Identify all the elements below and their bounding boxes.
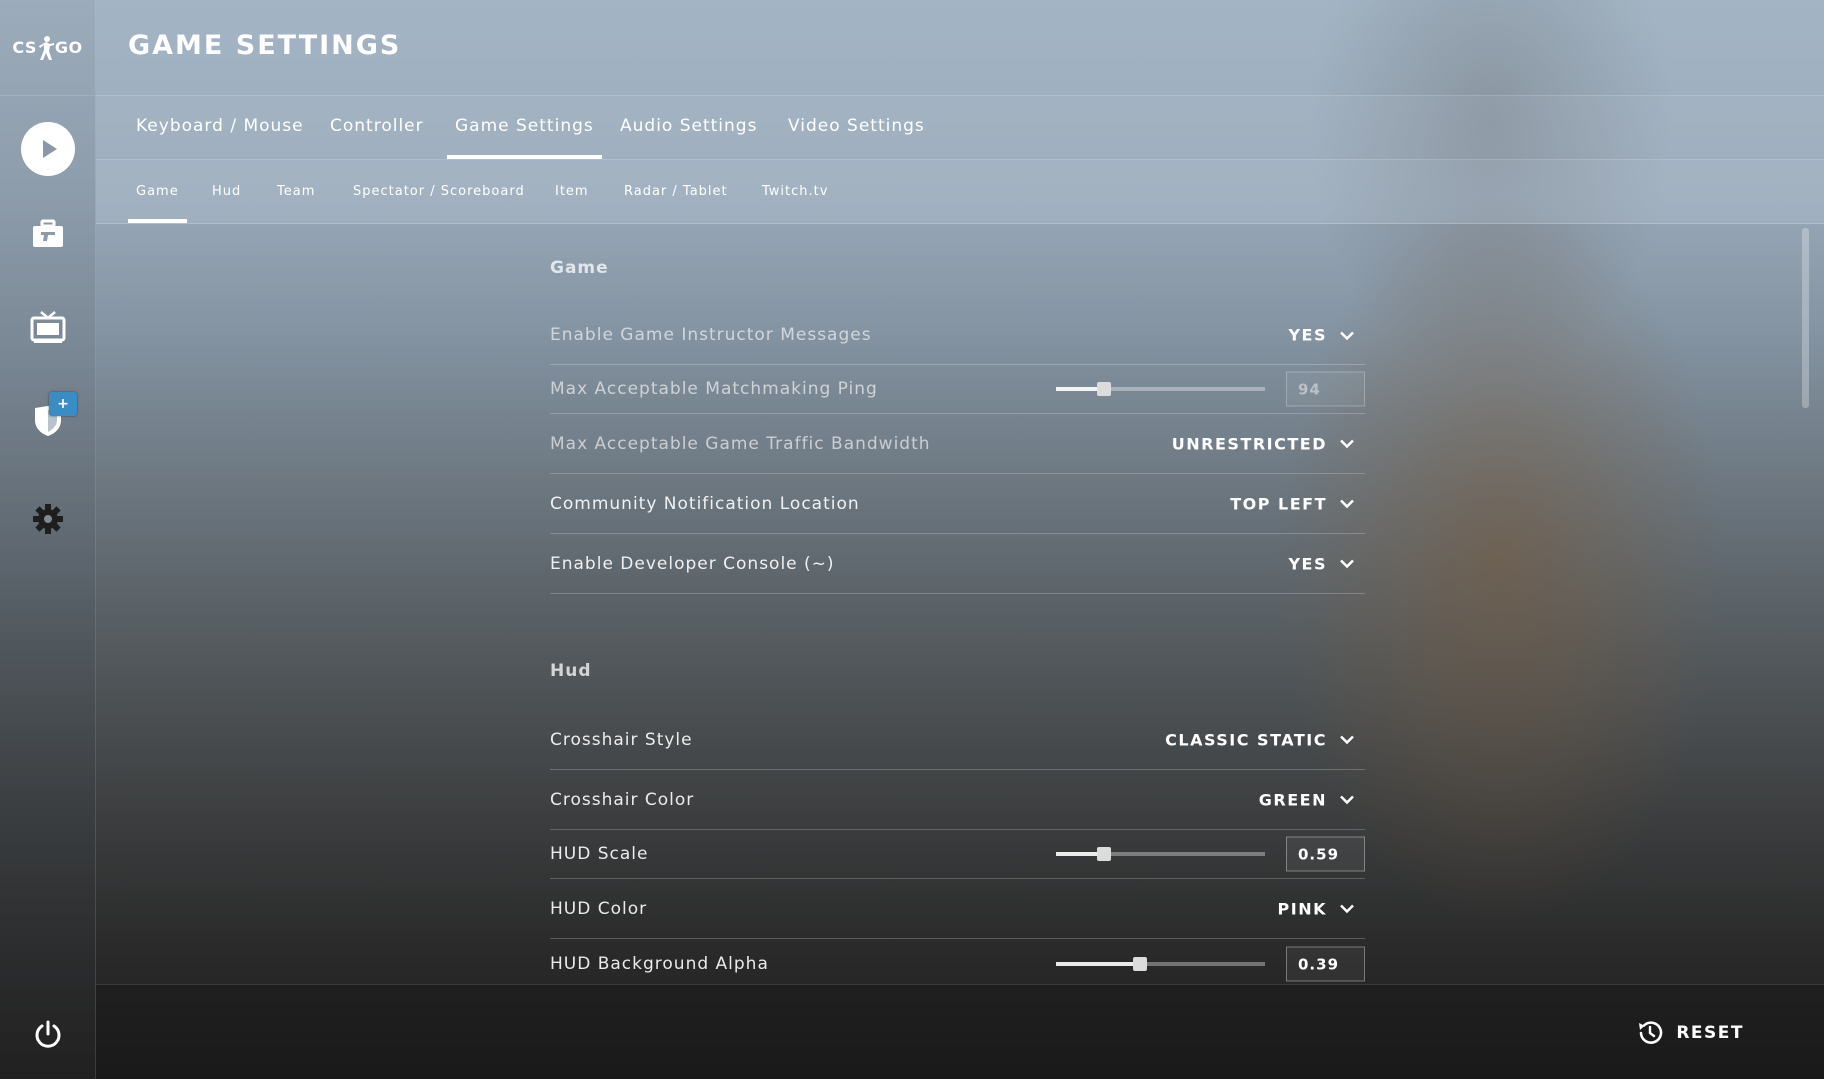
setting-label: HUD Background Alpha: [550, 954, 769, 974]
setting-label: Crosshair Color: [550, 789, 695, 810]
dropdown-value: CLASSIC STATIC: [1165, 730, 1327, 749]
logo-text-right: GO: [54, 38, 83, 57]
tab-video-settings[interactable]: Video Settings: [780, 116, 933, 159]
reset-history-icon: [1639, 1021, 1663, 1044]
profile-plus-badge[interactable]: +: [49, 392, 77, 416]
subtab-game[interactable]: Game: [128, 184, 187, 223]
tab-game-settings[interactable]: Game Settings: [447, 116, 602, 159]
sidebar-item-settings[interactable]: [0, 484, 95, 554]
dropdown-value: UNRESTRICTED: [1171, 434, 1327, 453]
chevron-down-icon: [1340, 331, 1354, 340]
slider-thumb[interactable]: [1097, 382, 1112, 396]
setting-row-notification-location: Community Notification Location TOP LEFT: [550, 474, 1365, 534]
sidebar-item-watch[interactable]: [0, 292, 95, 362]
gear-icon: [32, 504, 63, 534]
dropdown-value: TOP LEFT: [1230, 494, 1327, 513]
setting-row-hud-color: HUD Color PINK: [550, 879, 1365, 939]
setting-label: Enable Developer Console (~): [550, 553, 835, 574]
setting-row-crosshair-color: Crosshair Color GREEN: [550, 770, 1365, 830]
subtab-item[interactable]: Item: [547, 184, 597, 223]
play-button-circle[interactable]: [20, 122, 75, 176]
hud-scale-slider[interactable]: [1056, 847, 1265, 861]
setting-row-matchmaking-ping: Max Acceptable Matchmaking Ping 94: [550, 365, 1365, 414]
dropdown-value: YES: [1288, 325, 1327, 345]
tv-icon: [30, 311, 65, 343]
briefcase-icon: [32, 219, 63, 247]
settings-content: Game Enable Game Instructor Messages YES…: [96, 224, 1824, 984]
chevron-down-icon: [1340, 795, 1354, 805]
setting-label: HUD Color: [550, 898, 648, 919]
setting-label: HUD Scale: [550, 844, 649, 864]
play-icon: [42, 140, 57, 158]
tab-keyboard-mouse[interactable]: Keyboard / Mouse: [128, 116, 312, 159]
logo-text-left: CS: [12, 38, 37, 57]
tab-audio-settings[interactable]: Audio Settings: [612, 116, 765, 159]
sidebar-power[interactable]: [0, 1000, 95, 1070]
setting-row-hud-background-alpha: HUD Background Alpha 0.39: [550, 939, 1365, 984]
sidebar: CS GO +: [0, 0, 96, 1079]
setting-row-traffic-bandwidth: Max Acceptable Game Traffic Bandwidth UN…: [550, 414, 1365, 474]
subtab-team[interactable]: Team: [269, 184, 323, 223]
setting-label: Max Acceptable Game Traffic Bandwidth: [550, 433, 931, 454]
tab-controller[interactable]: Controller: [322, 116, 432, 159]
counter-terrorist-figure-icon: [38, 35, 54, 60]
dropdown-value: YES: [1288, 554, 1327, 573]
game-instructor-dropdown[interactable]: YES: [1288, 326, 1355, 345]
chevron-down-icon: [1340, 439, 1354, 449]
chevron-down-icon: [1340, 559, 1354, 569]
hud-background-alpha-slider[interactable]: [1056, 957, 1265, 971]
setting-label: Community Notification Location: [550, 493, 860, 514]
hud-background-alpha-input[interactable]: 0.39: [1286, 946, 1365, 982]
subtab-hud[interactable]: Hud: [204, 184, 249, 223]
chevron-down-icon: [1340, 904, 1354, 914]
setting-label: Max Acceptable Matchmaking Ping: [550, 379, 878, 399]
dropdown-value: PINK: [1277, 899, 1327, 918]
slider-fill: [1056, 962, 1140, 966]
subtab-radar-tablet[interactable]: Radar / Tablet: [616, 184, 736, 223]
setting-row-crosshair-style: Crosshair Style CLASSIC STATIC: [550, 710, 1365, 770]
slider-thumb[interactable]: [1132, 957, 1147, 971]
setting-label: Enable Game Instructor Messages: [550, 325, 872, 345]
chevron-down-icon: [1340, 499, 1354, 509]
section-title-game: Game: [550, 258, 609, 278]
slider-thumb[interactable]: [1097, 847, 1112, 861]
matchmaking-ping-input[interactable]: 94: [1286, 371, 1365, 407]
content-scrollbar[interactable]: [1802, 228, 1809, 408]
setting-row-hud-scale: HUD Scale 0.59: [550, 830, 1365, 879]
sidebar-item-play[interactable]: [0, 114, 95, 184]
developer-console-dropdown[interactable]: YES: [1288, 554, 1355, 573]
sidebar-item-profile[interactable]: [0, 386, 95, 456]
hud-color-dropdown[interactable]: PINK: [1278, 899, 1355, 918]
chevron-down-icon: [1340, 735, 1354, 745]
reset-button[interactable]: RESET: [1636, 1019, 1744, 1047]
dropdown-value: GREEN: [1258, 790, 1327, 809]
notification-location-dropdown[interactable]: TOP LEFT: [1230, 494, 1355, 513]
hud-scale-input[interactable]: 0.59: [1286, 836, 1365, 872]
page-title: GAME SETTINGS: [128, 30, 402, 61]
reset-label: RESET: [1676, 1023, 1744, 1043]
power-icon: [35, 1020, 60, 1048]
matchmaking-ping-slider[interactable]: [1056, 382, 1265, 396]
sidebar-item-inventory[interactable]: [0, 199, 95, 269]
traffic-bandwidth-dropdown[interactable]: UNRESTRICTED: [1172, 434, 1355, 453]
sub-tabs: Game Hud Team Spectator / Scoreboard Ite…: [96, 160, 1824, 224]
subtab-spectator-scoreboard[interactable]: Spectator / Scoreboard: [345, 184, 533, 223]
crosshair-color-dropdown[interactable]: GREEN: [1259, 790, 1355, 809]
subtab-twitch-tv[interactable]: Twitch.tv: [754, 184, 836, 223]
footer: RESET: [96, 984, 1824, 1079]
setting-row-developer-console: Enable Developer Console (~) YES: [550, 534, 1365, 594]
setting-label: Crosshair Style: [550, 729, 693, 750]
crosshair-style-dropdown[interactable]: CLASSIC STATIC: [1165, 730, 1355, 749]
main-tabs: Keyboard / Mouse Controller Game Setting…: [96, 96, 1824, 160]
setting-row-game-instructor: Enable Game Instructor Messages YES: [550, 306, 1365, 365]
header: GAME SETTINGS: [96, 0, 1824, 96]
section-title-hud: Hud: [550, 661, 592, 681]
csgo-logo[interactable]: CS GO: [0, 0, 95, 96]
app-window: CS GO + GAME SETTINGS Keyboard / Mouse C…: [0, 0, 1824, 1079]
